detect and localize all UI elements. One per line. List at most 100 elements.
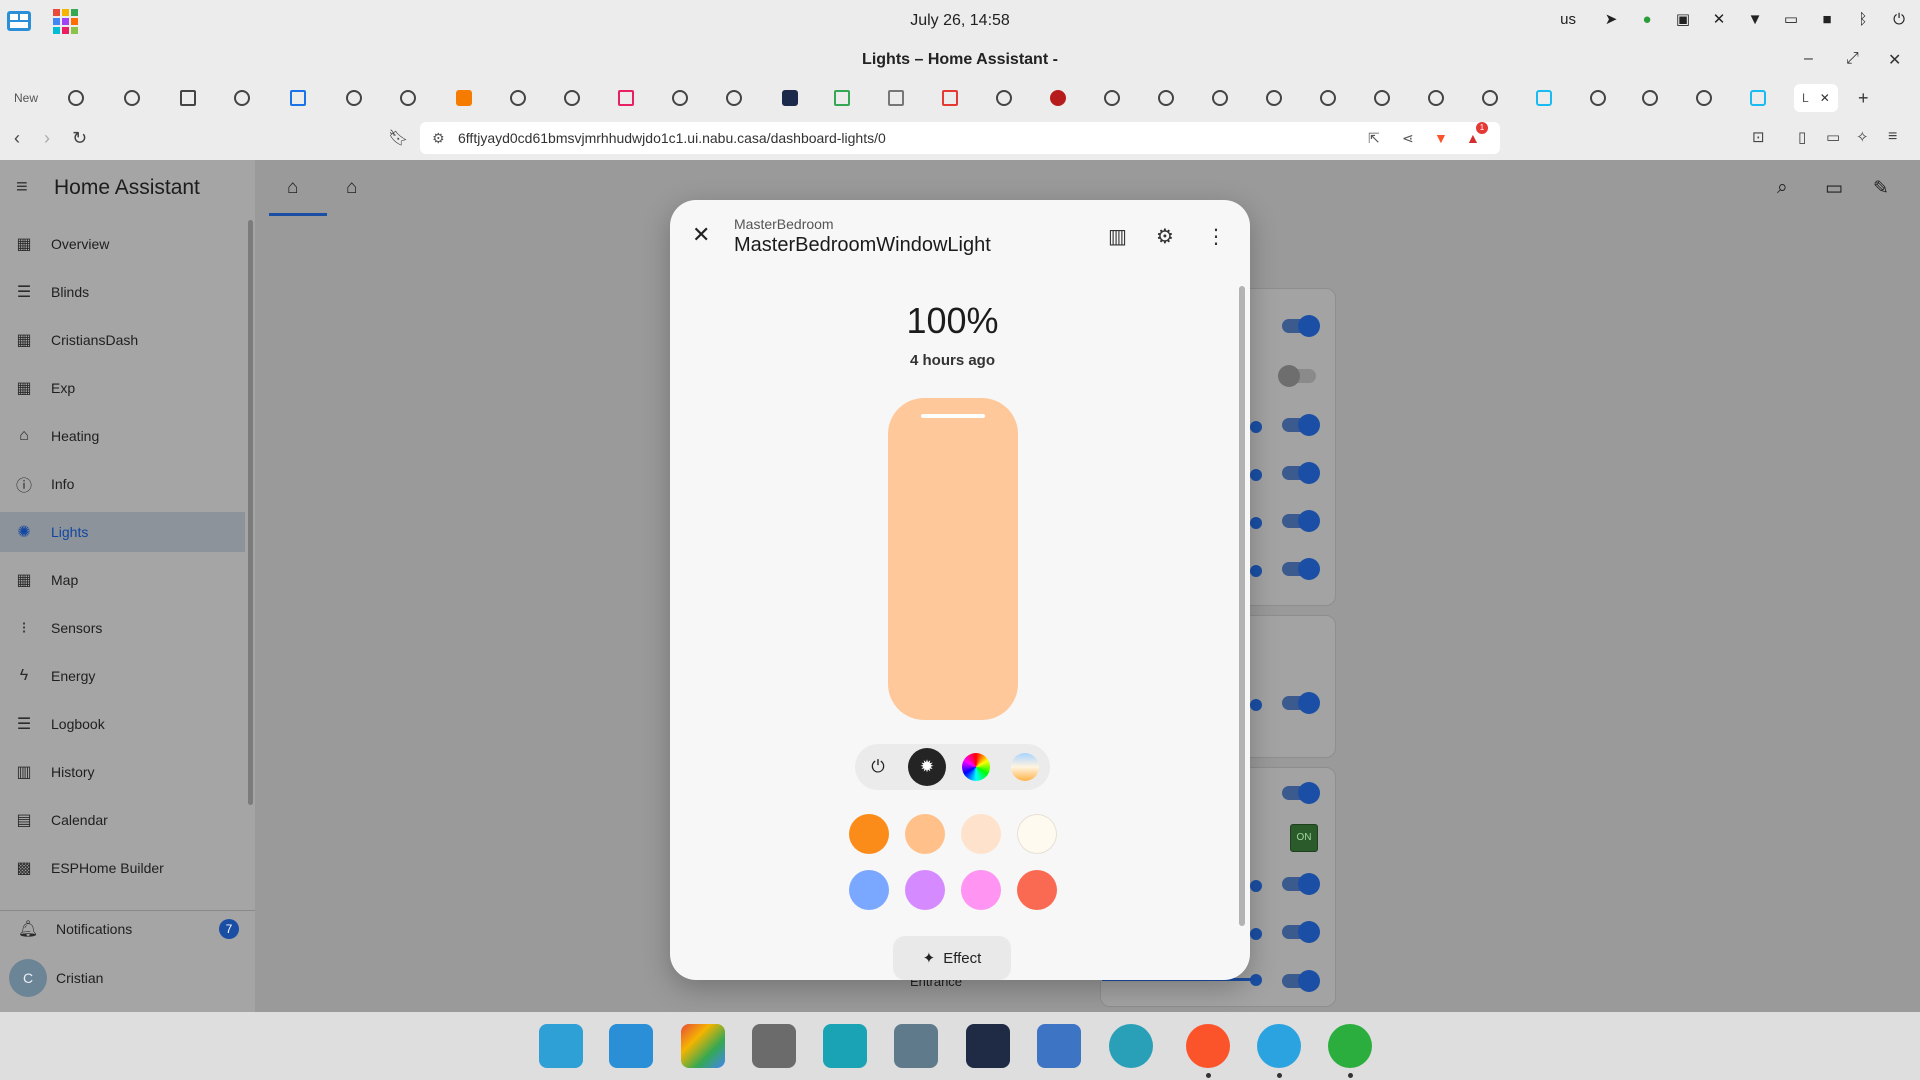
sidebar-toggle-icon[interactable]: ▯ xyxy=(1798,128,1806,146)
wifi-icon[interactable]: ▼ xyxy=(1744,8,1766,30)
tab-github[interactable] xyxy=(996,86,1012,110)
open-external-icon[interactable]: ⇱ xyxy=(1368,130,1380,147)
slider-thumb[interactable] xyxy=(1250,565,1262,577)
sidebar-item-lights[interactable]: ✺ Lights xyxy=(0,512,245,552)
tab-github[interactable] xyxy=(1696,86,1712,110)
send-icon[interactable]: ➤ xyxy=(1600,8,1622,30)
browser-menu-icon[interactable]: ≡ xyxy=(1888,128,1897,146)
battery-icon[interactable]: ▭ xyxy=(1780,8,1802,30)
chat-app-icon[interactable] xyxy=(1328,1024,1372,1068)
history-chart-icon[interactable]: ▥ xyxy=(1108,224,1127,249)
more-vert-icon[interactable]: ⋮ xyxy=(1206,224,1226,249)
minimize-icon[interactable]: – xyxy=(1804,50,1813,68)
sidebar-item-esphome-builder[interactable]: ▩ ESPHome Builder xyxy=(0,848,245,888)
tab-github[interactable] xyxy=(68,86,84,110)
dialog-scrollbar[interactable] xyxy=(1239,286,1245,926)
color-temp-icon[interactable] xyxy=(1006,748,1044,786)
slider-thumb[interactable] xyxy=(1250,880,1262,892)
effect-button[interactable]: ✦ Effect xyxy=(893,936,1011,980)
tab-openai[interactable] xyxy=(1374,86,1390,110)
gear-icon[interactable]: ⚙ xyxy=(1156,224,1174,249)
tab-edit[interactable] xyxy=(290,86,306,110)
sidebar-item-logbook[interactable]: ☰ Logbook xyxy=(0,704,245,744)
url-text[interactable]: 6fftjyayd0cd61bmsvjmrhhudwjdo1c1.ui.nabu… xyxy=(458,130,886,146)
tab-page[interactable] xyxy=(180,86,196,110)
telegram-icon[interactable] xyxy=(1257,1024,1301,1068)
power-icon[interactable]: ⏻ xyxy=(1888,8,1910,30)
slider-thumb[interactable] xyxy=(1250,469,1262,481)
tab-app[interactable] xyxy=(1050,86,1066,110)
slider-thumb[interactable] xyxy=(1250,974,1262,986)
text-editor-app-icon[interactable] xyxy=(894,1024,938,1068)
sidebar-item-info[interactable]: ⓘ Info xyxy=(0,464,245,504)
on-button[interactable]: ON xyxy=(1290,824,1318,852)
back-icon[interactable]: ‹ xyxy=(14,128,20,149)
tab-openai[interactable] xyxy=(1266,86,1282,110)
color-wheel-icon[interactable] xyxy=(957,748,995,786)
mute-icon[interactable]: ✕ xyxy=(1708,8,1730,30)
search-app-icon[interactable] xyxy=(539,1024,583,1068)
share-icon[interactable]: ⋖ xyxy=(1402,130,1414,147)
color-swatch[interactable] xyxy=(961,870,1001,910)
color-swatch[interactable] xyxy=(905,870,945,910)
slider-handle[interactable] xyxy=(921,414,985,418)
forward-icon[interactable]: › xyxy=(44,128,50,149)
toggle-switch[interactable] xyxy=(1282,782,1320,804)
brightness-slider[interactable] xyxy=(888,398,1018,720)
tab-openai[interactable] xyxy=(672,86,688,110)
new-tab-button[interactable]: + xyxy=(1858,86,1869,110)
tab-app[interactable] xyxy=(456,86,472,110)
color-swatch[interactable] xyxy=(1017,870,1057,910)
close-icon[interactable]: ✕ xyxy=(692,222,710,248)
tab-page[interactable] xyxy=(618,86,634,110)
tab-drive[interactable] xyxy=(834,86,850,110)
tab-openai[interactable] xyxy=(1158,86,1174,110)
downloads-app-icon[interactable] xyxy=(1037,1024,1081,1068)
tab-home-assistant[interactable] xyxy=(1536,86,1552,110)
sidebar-item-history[interactable]: ▥ History xyxy=(0,752,245,792)
home-icon[interactable]: ⌂ xyxy=(287,177,298,199)
sidebar-item-notifications[interactable]: 🔔︎ Notifications xyxy=(0,909,245,949)
close-window-icon[interactable]: ✕ xyxy=(1888,50,1901,70)
chat-icon[interactable]: ■ xyxy=(1816,8,1838,30)
color-swatch[interactable] xyxy=(905,814,945,854)
tab-openai[interactable] xyxy=(564,86,580,110)
sidebar-item-exp[interactable]: ▦ Exp xyxy=(0,368,245,408)
brave-browser-icon[interactable] xyxy=(1186,1024,1230,1068)
brave-shield-icon[interactable]: ▼ xyxy=(1434,130,1448,146)
tab-openai[interactable] xyxy=(1428,86,1444,110)
tab-openai[interactable] xyxy=(234,86,250,110)
tab-active[interactable]: L ✕ xyxy=(1794,84,1838,112)
keyboard-layout[interactable]: us xyxy=(1560,11,1576,28)
maximize-icon[interactable]: ⤢ xyxy=(1846,50,1859,68)
toggle-app-icon[interactable] xyxy=(1109,1024,1153,1068)
files-app-icon[interactable] xyxy=(823,1024,867,1068)
color-swatch[interactable] xyxy=(961,814,1001,854)
address-bar[interactable]: ⚙ 6fftjyayd0cd61bmsvjmrhhudwjdo1c1.ui.na… xyxy=(420,122,1500,154)
slider-thumb[interactable] xyxy=(1250,421,1262,433)
tab-letter[interactable] xyxy=(782,86,798,110)
wallet-icon[interactable]: ▭ xyxy=(1826,128,1840,146)
menu-icon[interactable]: ≡ xyxy=(16,176,28,199)
windows-icon[interactable]: ▣ xyxy=(1672,8,1694,30)
sidebar-item-energy[interactable]: ϟ Energy xyxy=(0,656,245,696)
toggle-switch[interactable] xyxy=(1282,970,1320,992)
toggle-switch[interactable] xyxy=(1282,414,1320,436)
toggle-switch[interactable] xyxy=(1282,510,1320,532)
close-tab-icon[interactable]: ✕ xyxy=(1820,91,1830,105)
tab-app[interactable] xyxy=(1104,86,1120,110)
toggle-switch[interactable] xyxy=(1282,921,1320,943)
tab-stack[interactable] xyxy=(888,86,904,110)
toggle-switch[interactable] xyxy=(1278,365,1316,387)
tab-openai[interactable] xyxy=(1320,86,1336,110)
toggle-switch[interactable] xyxy=(1282,873,1320,895)
workspace-app-icon[interactable] xyxy=(609,1024,653,1068)
tab-home-assistant[interactable] xyxy=(1750,86,1766,110)
brightness-icon[interactable]: ✹ xyxy=(908,748,946,786)
sidebar-item-overview[interactable]: ▦ Overview xyxy=(0,224,245,264)
tab-github[interactable] xyxy=(124,86,140,110)
tab-page[interactable] xyxy=(942,86,958,110)
sidebar-item-blinds[interactable]: ☰ Blinds xyxy=(0,272,245,312)
sidebar-item-heating[interactable]: ⌂ Heating xyxy=(0,416,245,456)
tab-openai[interactable] xyxy=(346,86,362,110)
